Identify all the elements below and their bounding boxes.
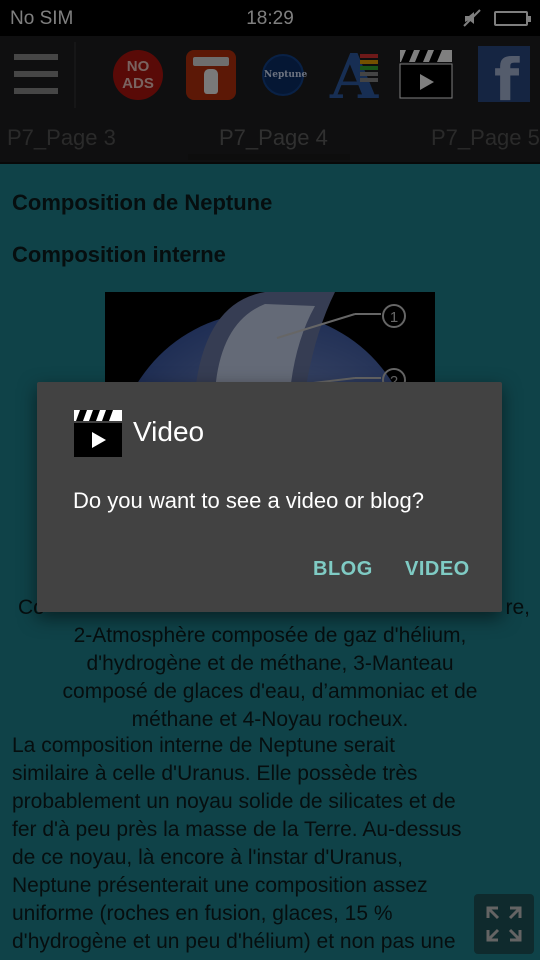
dialog-title: Video xyxy=(133,416,205,447)
video-button[interactable]: VIDEO xyxy=(405,558,470,581)
clapperboard-icon xyxy=(74,410,122,457)
blog-button[interactable]: BLOG xyxy=(313,558,373,581)
video-dialog: Video Do you want to see a video or blog… xyxy=(37,382,502,612)
dialog-message: Do you want to see a video or blog? xyxy=(73,488,425,513)
